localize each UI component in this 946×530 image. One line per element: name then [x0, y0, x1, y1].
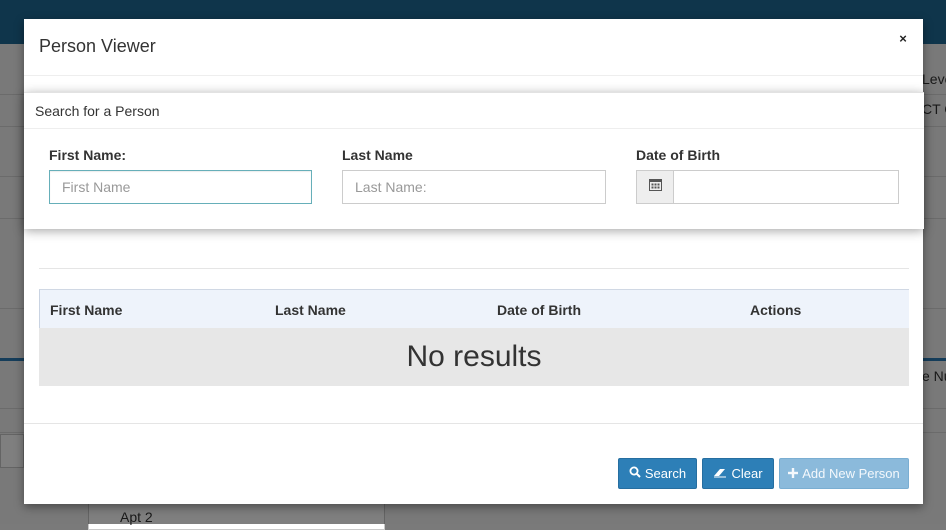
calendar-icon: [648, 178, 662, 196]
modal-footer-divider: [24, 423, 923, 424]
modal-header-divider: [24, 75, 923, 76]
modal-title: Person Viewer: [39, 36, 156, 56]
first-name-input[interactable]: [49, 170, 312, 204]
column-header-actions: Actions: [750, 302, 802, 318]
results-table: First Name Last Name Date of Birth Actio…: [39, 289, 909, 386]
search-panel-title: Search for a Person: [35, 103, 160, 119]
empty-results-message: No results: [39, 328, 909, 386]
search-button-label: Search: [644, 466, 687, 481]
date-of-birth-input[interactable]: [673, 170, 899, 204]
search-button[interactable]: Search: [618, 458, 697, 489]
column-header-first-name: First Name: [50, 302, 123, 318]
column-header-date-of-birth: Date of Birth: [497, 302, 581, 318]
close-button[interactable]: ×: [896, 32, 910, 46]
search-panel-divider: [24, 128, 924, 129]
date-of-birth-label: Date of Birth: [636, 147, 720, 163]
add-new-person-button[interactable]: Add New Person: [779, 458, 909, 489]
plus-icon: [788, 466, 799, 481]
first-name-label: First Name:: [49, 147, 127, 163]
search-panel: Search for a Person First Name: Last Nam…: [24, 92, 924, 229]
table-header: First Name Last Name Date of Birth Actio…: [39, 289, 909, 328]
add-new-person-label: Add New Person: [802, 466, 900, 481]
content-divider: [39, 268, 909, 269]
eraser-icon: [713, 466, 727, 481]
search-icon: [629, 466, 641, 481]
last-name-input[interactable]: [342, 170, 606, 204]
clear-button[interactable]: Clear: [702, 458, 774, 489]
column-header-last-name: Last Name: [275, 302, 346, 318]
calendar-button[interactable]: [636, 170, 674, 204]
last-name-label: Last Name: [342, 147, 413, 163]
clear-button-label: Clear: [731, 466, 763, 481]
